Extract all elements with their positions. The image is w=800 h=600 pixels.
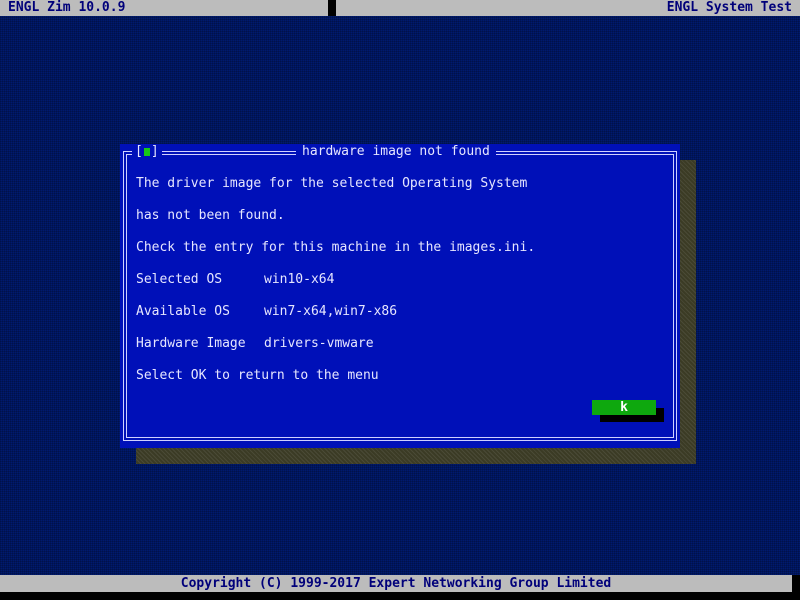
instruction-text: Select OK to return to the menu [136, 368, 379, 383]
available-os-value: win7-x64,win7-x86 [264, 304, 398, 319]
dialog-title: hardware image not found [296, 144, 496, 160]
hardware-image-label: Hardware Image [136, 336, 246, 351]
ok-button-label: k [620, 400, 628, 415]
bottom-bar-cap [792, 575, 800, 592]
dialog-close-button[interactable]: [] [132, 144, 162, 160]
available-os-row: Available OS win7-x64,win7-x86 [136, 304, 397, 320]
system-title-bar: ENGL System Test [336, 0, 800, 16]
app-title-bar: ENGL Zim 10.0.9 [0, 0, 328, 16]
app-title: ENGL Zim 10.0.9 [8, 0, 126, 15]
selected-os-row: Selected OS win10-x64 [136, 272, 334, 288]
close-bracket-close: ] [150, 144, 159, 159]
bottom-strip [0, 592, 800, 600]
hardware-image-row: Hardware Image drivers-vmware [136, 336, 374, 352]
close-bracket-open: [ [135, 144, 143, 159]
dialog-frame-inner [126, 154, 674, 438]
selected-os-label: Selected OS [136, 272, 223, 287]
message-line-3: Check the entry for this machine in the … [136, 240, 536, 255]
ok-button[interactable]: k [592, 400, 656, 415]
bottom-status-bar: Copyright (C) 1999-2017 Expert Networkin… [0, 575, 800, 592]
copyright-text: Copyright (C) 1999-2017 Expert Networkin… [180, 576, 612, 591]
message-line-1: The driver image for the selected Operat… [136, 176, 528, 191]
error-dialog: [] hardware image not found The driver i… [120, 144, 680, 448]
close-icon [143, 147, 150, 156]
message-line-2: has not been found. [136, 208, 285, 223]
selected-os-value: win10-x64 [264, 272, 335, 287]
top-status-bar: ENGL Zim 10.0.9 ENGL System Test [0, 0, 800, 16]
system-title: ENGL System Test [666, 0, 792, 15]
available-os-label: Available OS [136, 304, 230, 319]
hardware-image-value: drivers-vmware [264, 336, 374, 351]
